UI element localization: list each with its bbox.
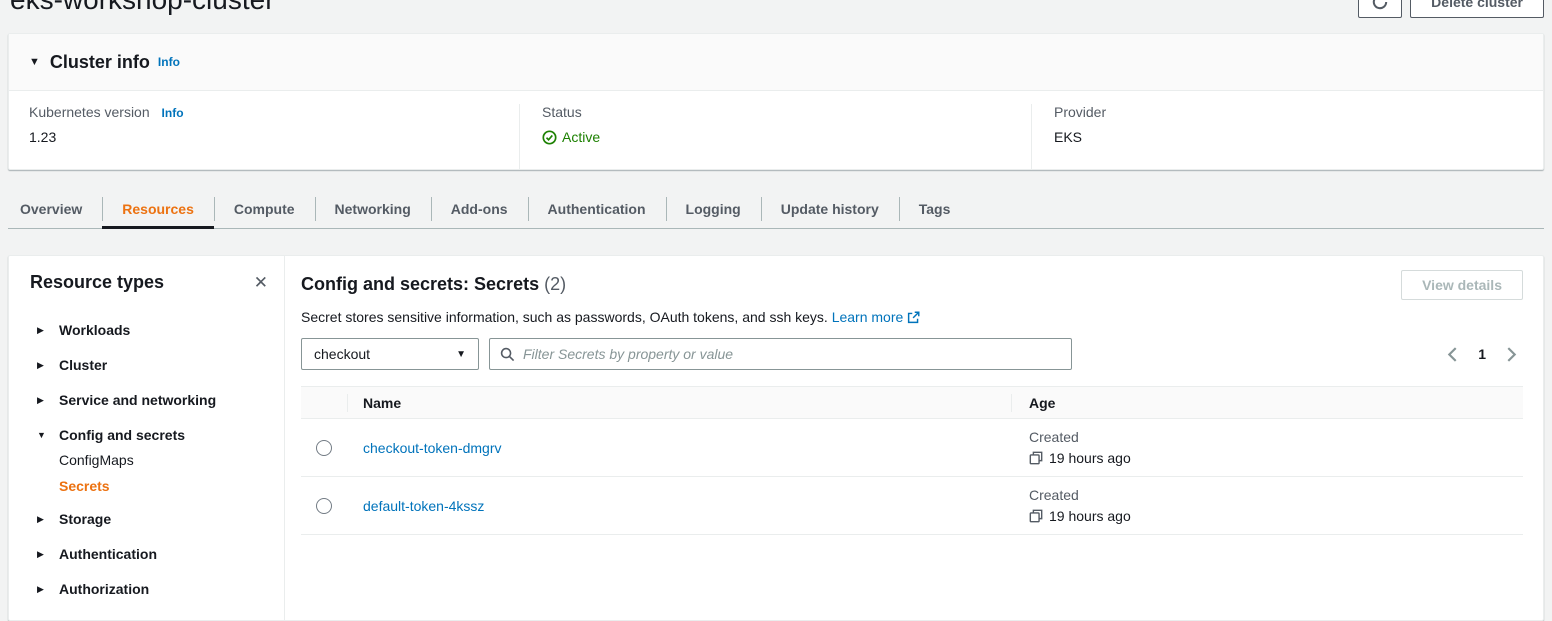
- tab-compute[interactable]: Compute: [214, 190, 315, 228]
- caret-right-icon: ▶: [37, 584, 47, 595]
- tab-networking[interactable]: Networking: [315, 190, 431, 228]
- status-value: Active: [562, 129, 600, 145]
- sidebar-item-config-and-secrets[interactable]: ▼ Config and secrets: [37, 427, 268, 443]
- cluster-info-body: Kubernetes version Info 1.23 Status Acti…: [9, 91, 1543, 170]
- sidebar-item-configmaps[interactable]: ConfigMaps: [59, 452, 268, 468]
- tab-add-ons[interactable]: Add-ons: [431, 190, 528, 228]
- current-page[interactable]: 1: [1478, 346, 1486, 362]
- caret-right-icon: ▶: [37, 325, 47, 336]
- table-row: checkout-token-dmgrv Created 19 hours a: [301, 419, 1523, 477]
- table-row: default-token-4kssz Created 19 hours ag: [301, 477, 1523, 535]
- tab-authentication[interactable]: Authentication: [528, 190, 666, 228]
- resource-types-sidebar: Resource types ✕ ▶ Workloads ▶ Cluster ▶…: [9, 256, 285, 620]
- age-created-label: Created: [1029, 487, 1523, 503]
- resources-panel: Resource types ✕ ▶ Workloads ▶ Cluster ▶…: [8, 255, 1544, 621]
- tab-resources[interactable]: Resources: [102, 190, 214, 228]
- view-details-button[interactable]: View details: [1401, 270, 1523, 300]
- cluster-info-header[interactable]: ▼ Cluster info Info: [9, 34, 1543, 91]
- page-title: eks-workshop-cluster: [10, 0, 275, 16]
- secret-name-link[interactable]: checkout-token-dmgrv: [363, 440, 502, 456]
- status-check-icon: [542, 130, 557, 145]
- age-value-text: 19 hours ago: [1049, 508, 1131, 524]
- cluster-info-title: Cluster info: [50, 52, 150, 73]
- sidebar-item-cluster[interactable]: ▶ Cluster: [37, 357, 268, 373]
- tab-overview[interactable]: Overview: [8, 190, 102, 228]
- refresh-button[interactable]: [1358, 0, 1402, 18]
- search-icon: [500, 347, 515, 362]
- chevron-down-icon: ▼: [456, 349, 466, 360]
- cluster-info-info-link[interactable]: Info: [158, 55, 180, 69]
- sidebar-item-authentication[interactable]: ▶ Authentication: [37, 546, 268, 562]
- kubernetes-version-label: Kubernetes version: [29, 104, 150, 120]
- provider-value: EKS: [1054, 129, 1543, 145]
- status-field: Status Active: [519, 104, 1031, 170]
- tab-tags[interactable]: Tags: [899, 190, 971, 228]
- kubernetes-version-value: 1.23: [29, 129, 519, 145]
- external-link-icon: [907, 311, 920, 324]
- pagination: 1: [1447, 346, 1523, 362]
- sidebar-item-workloads[interactable]: ▶ Workloads: [37, 322, 268, 338]
- table-header-row: Name Age: [301, 386, 1523, 419]
- resource-types-title: Resource types: [30, 272, 164, 293]
- secrets-panel-title: Config and secrets: Secrets (2): [301, 274, 566, 295]
- search-input[interactable]: [523, 346, 1061, 362]
- config-and-secrets-children: ConfigMaps Secrets: [59, 452, 268, 494]
- resource-types-nav: ▶ Workloads ▶ Cluster ▶ Service and netw…: [30, 322, 268, 597]
- cluster-info-card: ▼ Cluster info Info Kubernetes version I…: [8, 33, 1544, 170]
- filter-row: checkout ▼ 1: [301, 338, 1523, 370]
- delete-cluster-button[interactable]: Delete cluster: [1410, 0, 1544, 18]
- column-header-age: Age: [1029, 395, 1055, 411]
- filter-dropdown-value: checkout: [314, 346, 370, 362]
- collapse-triangle-icon[interactable]: ▼: [29, 56, 40, 68]
- caret-down-icon: ▼: [37, 430, 47, 440]
- refresh-icon: [1371, 0, 1389, 11]
- row-select-radio[interactable]: [316, 440, 332, 456]
- status-label: Status: [542, 104, 1031, 120]
- search-box: [489, 338, 1072, 370]
- kubernetes-version-field: Kubernetes version Info 1.23: [9, 104, 519, 170]
- row-select-radio[interactable]: [316, 498, 332, 514]
- secrets-table: Name Age checkout-token-dmgrv Created: [301, 386, 1523, 535]
- caret-right-icon: ▶: [37, 549, 47, 560]
- age-created-label: Created: [1029, 429, 1523, 445]
- previous-page-icon[interactable]: [1447, 347, 1458, 362]
- learn-more-link[interactable]: Learn more: [832, 309, 921, 325]
- copy-icon[interactable]: [1029, 451, 1043, 465]
- cluster-tabs: Overview Resources Compute Networking Ad…: [8, 190, 1544, 229]
- secrets-count: (2): [544, 274, 566, 294]
- copy-icon[interactable]: [1029, 509, 1043, 523]
- secret-name-link[interactable]: default-token-4kssz: [363, 498, 484, 514]
- secrets-description: Secret stores sensitive information, suc…: [301, 309, 1523, 325]
- next-page-icon[interactable]: [1506, 347, 1517, 362]
- close-icon[interactable]: ✕: [254, 274, 268, 291]
- kubernetes-version-info-link[interactable]: Info: [162, 106, 184, 120]
- provider-label: Provider: [1054, 104, 1543, 120]
- provider-field: Provider EKS: [1031, 104, 1543, 170]
- secrets-main-panel: Config and secrets: Secrets (2) View det…: [285, 256, 1543, 620]
- sidebar-item-authorization[interactable]: ▶ Authorization: [37, 581, 268, 597]
- sidebar-item-service-and-networking[interactable]: ▶ Service and networking: [37, 392, 268, 408]
- sidebar-item-secrets[interactable]: Secrets: [59, 478, 268, 494]
- tab-logging[interactable]: Logging: [666, 190, 761, 228]
- caret-right-icon: ▶: [37, 395, 47, 406]
- filter-dropdown[interactable]: checkout ▼: [301, 338, 479, 370]
- column-header-name: Name: [363, 395, 401, 411]
- age-value-text: 19 hours ago: [1049, 450, 1131, 466]
- caret-right-icon: ▶: [37, 360, 47, 371]
- tab-update-history[interactable]: Update history: [761, 190, 899, 228]
- caret-right-icon: ▶: [37, 514, 47, 525]
- header-actions: Delete cluster: [1358, 0, 1544, 18]
- sidebar-item-storage[interactable]: ▶ Storage: [37, 511, 268, 527]
